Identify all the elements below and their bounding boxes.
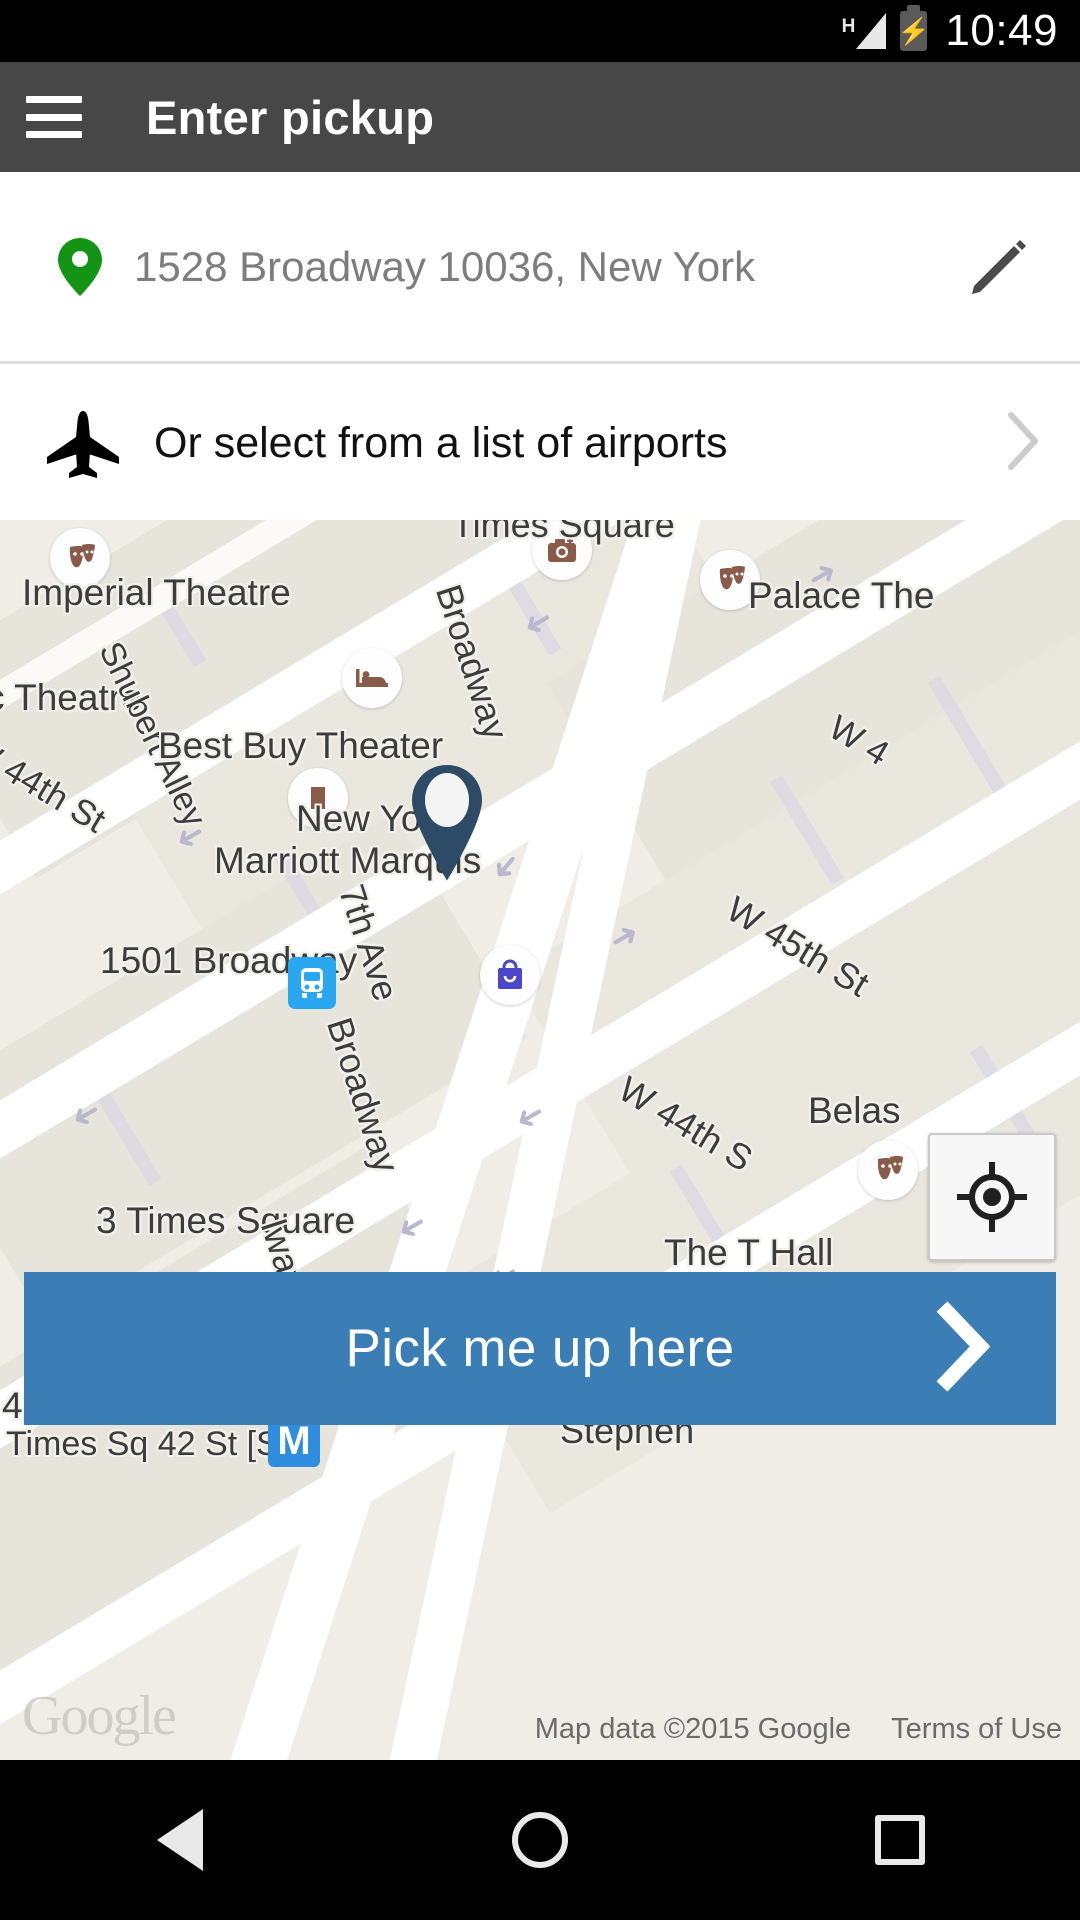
network-type-label: H bbox=[841, 16, 856, 37]
my-location-button[interactable] bbox=[928, 1133, 1056, 1261]
airplane-icon bbox=[44, 409, 122, 479]
pencil-edit-icon[interactable] bbox=[968, 236, 1030, 298]
hamburger-bar bbox=[26, 96, 82, 103]
map-label: Palace The bbox=[748, 575, 935, 616]
recents-square-icon bbox=[875, 1815, 925, 1865]
hamburger-bar bbox=[26, 131, 82, 138]
pickup-location-pin-icon bbox=[406, 763, 488, 883]
hamburger-menu-icon[interactable] bbox=[26, 96, 82, 138]
green-location-pin-icon bbox=[58, 237, 102, 296]
airports-list-label: Or select from a list of airports bbox=[154, 419, 728, 467]
map-label: Times Square bbox=[452, 520, 675, 545]
shopping-bag-icon[interactable] bbox=[480, 945, 540, 1005]
signal-triangle-icon bbox=[856, 13, 887, 49]
subway-station-icon bbox=[288, 957, 336, 1009]
chevron-right-icon bbox=[1006, 412, 1040, 475]
android-nav-bar bbox=[0, 1760, 1080, 1920]
status-bar: H ⚡ 10:49 bbox=[0, 0, 1080, 62]
hamburger-bar bbox=[26, 113, 82, 121]
phone-screen: H ⚡ 10:49 Enter pickup 1528 Broadway 100… bbox=[0, 0, 1080, 1920]
map-label: Times Sq 42 St [S] bbox=[6, 1425, 289, 1463]
bolt-glyph: ⚡ bbox=[897, 16, 931, 46]
app-bar: Enter pickup bbox=[0, 62, 1080, 172]
chevron-right-icon bbox=[932, 1300, 991, 1397]
home-button[interactable] bbox=[450, 1760, 630, 1920]
page-title: Enter pickup bbox=[146, 90, 435, 144]
map-view[interactable]: ➜ ➜ ➜ ➜ ➜ ➜ ➜ ➜ ➜ ➜ Times SquareImperial… bbox=[0, 520, 1080, 1760]
map-label: Imperial Theatre bbox=[22, 572, 291, 613]
theatre-masks-icon[interactable] bbox=[858, 1140, 918, 1200]
back-triangle-icon bbox=[157, 1809, 203, 1871]
pickup-address-row[interactable]: 1528 Broadway 10036, New York bbox=[0, 172, 1080, 364]
pick-me-up-here-label: Pick me up here bbox=[345, 1319, 735, 1378]
map-canvas: ➜ ➜ ➜ ➜ ➜ ➜ ➜ ➜ ➜ ➜ Times SquareImperial… bbox=[0, 520, 1080, 1760]
map-label: The T Hall bbox=[664, 1232, 834, 1273]
google-watermark: Google bbox=[22, 1685, 177, 1747]
map-data-credit: Map data ©2015 Google bbox=[534, 1713, 852, 1745]
battery-charging-icon: ⚡ bbox=[897, 5, 931, 51]
map-attribution: Map data ©2015 Google Terms of Use bbox=[535, 1713, 1062, 1746]
airports-list-row[interactable]: Or select from a list of airports bbox=[0, 367, 1080, 520]
terms-of-use-link[interactable]: Terms of Use bbox=[891, 1713, 1062, 1746]
pickup-address-text: 1528 Broadway 10036, New York bbox=[134, 242, 756, 290]
signal-indicator: H bbox=[842, 13, 887, 49]
map-label: 3 Times Square bbox=[96, 1200, 356, 1241]
back-button[interactable] bbox=[90, 1760, 270, 1920]
status-bar-clock: 10:49 bbox=[945, 6, 1058, 55]
home-circle-icon bbox=[512, 1812, 568, 1868]
map-label: Best Buy Theater bbox=[158, 725, 444, 766]
recents-button[interactable] bbox=[810, 1760, 990, 1920]
map-label: Belas bbox=[808, 1090, 901, 1131]
my-location-crosshair-icon bbox=[957, 1162, 1027, 1232]
hotel-bed-icon[interactable] bbox=[342, 648, 402, 708]
pick-me-up-here-button[interactable]: Pick me up here bbox=[24, 1272, 1056, 1425]
